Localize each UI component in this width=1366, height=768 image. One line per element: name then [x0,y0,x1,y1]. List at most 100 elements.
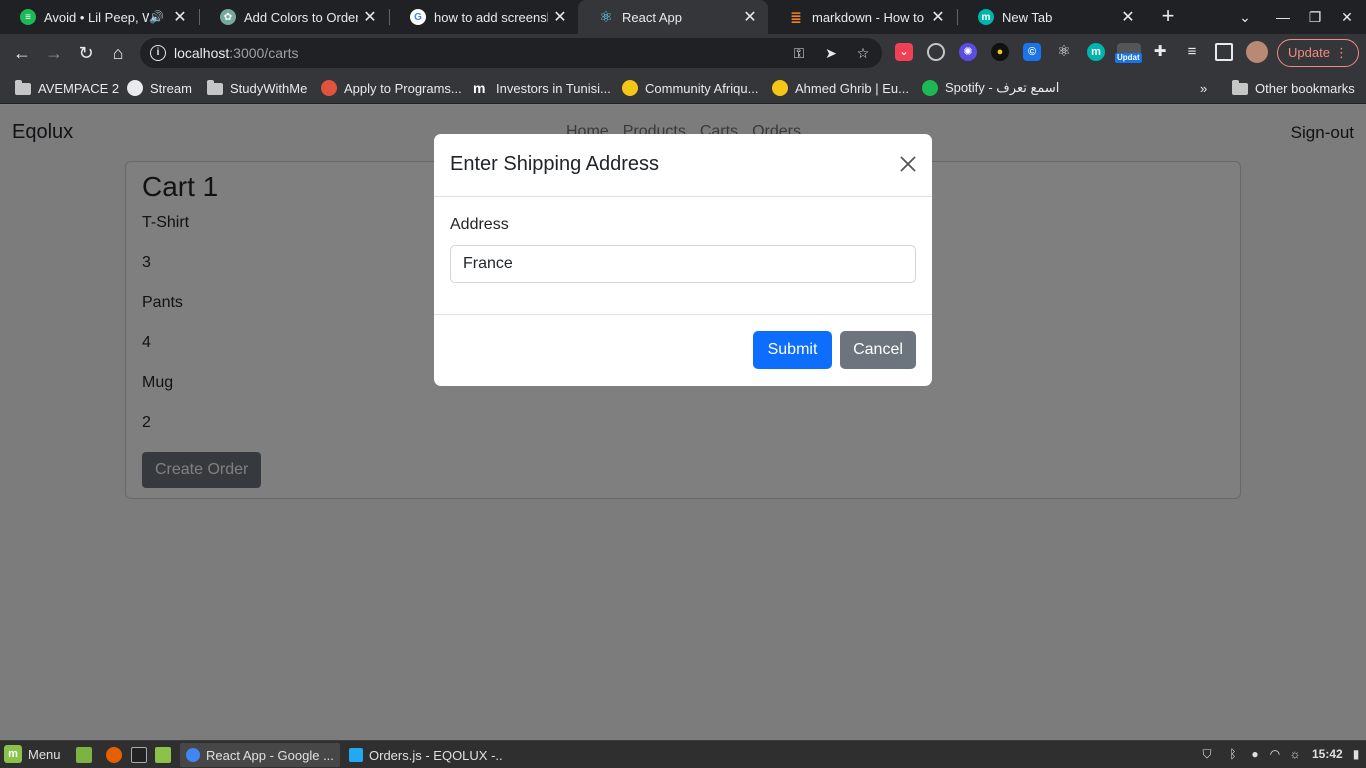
page-content: Eqolux HomeProductsCartsOrders Sign-out … [0,105,1366,740]
address-label: Address [450,216,509,233]
restore-button[interactable]: ❐ [1303,5,1327,29]
tab-title: React App [622,9,682,25]
firefox-icon[interactable] [106,747,122,763]
tab-title: New Tab [1002,9,1053,25]
site-icon [622,80,638,96]
spotify-icon: ≡ [20,9,36,25]
target-extension-icon[interactable] [927,43,945,61]
folder-icon [1232,80,1248,95]
reload-icon[interactable]: ↻ [74,41,98,65]
modal-footer: Submit Cancel [434,315,932,385]
cancel-button[interactable]: Cancel [840,331,916,369]
close-tab-icon[interactable]: ✕ [548,7,572,27]
site-icon [321,80,337,96]
start-menu-button[interactable]: m Menu [4,745,61,763]
mint-logo-icon: m [4,745,22,763]
minimize-button[interactable]: — [1271,5,1295,29]
close-tab-icon[interactable]: ✕ [926,7,950,27]
puzzle-icon[interactable]: ✚ [1151,43,1169,61]
close-window-button[interactable]: ✕ [1335,5,1359,29]
submit-button[interactable]: Submit [753,331,832,369]
bookmark-investors[interactable]: m Investors in Tunisi... [473,78,611,98]
tab-title: how to add screensho [434,9,548,25]
taskbar-window-chrome[interactable]: React App - Google ... [180,743,340,767]
stackoverflow-icon: ≣ [790,8,802,25]
browser-toolbar: ← → ↻ ⌂ i localhost:3000/carts ⚿ ➤ ☆ ⌄ ✺… [0,34,1366,72]
close-tab-icon[interactable]: ✕ [358,7,382,27]
close-icon[interactable] [898,154,918,174]
gear-extension-icon[interactable]: ✺ [959,43,977,61]
react-icon: ⚛ [599,9,613,26]
tab-title: markdown - How to ad [812,9,926,25]
back-icon[interactable]: ← [10,41,34,65]
bookmark-studywithme[interactable]: StudyWithMe [207,78,307,98]
bookmark-spotify[interactable]: Spotify - اسمع تعرف [922,78,1059,98]
bookmark-ahmed-ghrib[interactable]: Ahmed Ghrib | Eu... [772,78,909,98]
modal-header: Enter Shipping Address [434,134,932,197]
key-icon[interactable]: ⚿ [790,44,808,62]
google-icon: G [410,9,426,25]
user-icon[interactable]: ● [1247,746,1263,762]
files-icon[interactable] [155,747,171,763]
home-icon[interactable]: ⌂ [106,41,130,65]
chatgpt-icon: ✿ [220,9,236,25]
media-control-icon[interactable]: ≡ [1183,43,1201,61]
m-icon: m [978,9,994,25]
side-panel-icon[interactable] [1215,43,1233,61]
forward-icon[interactable]: → [42,41,66,65]
address-bar[interactable]: i localhost:3000/carts ⚿ ➤ ☆ [140,38,882,68]
bookmark-apply-programs[interactable]: Apply to Programs... [321,78,462,98]
info-icon[interactable]: i [150,45,166,61]
bookmark-stream[interactable]: Stream [127,78,192,98]
m-logo-icon: m [473,80,486,96]
tab-markdown[interactable]: ≣ markdown - How to ad ✕ [768,0,956,34]
clock[interactable]: 15:42 [1312,747,1343,761]
taskbar: m Menu React App - Google ... Orders.js -… [0,740,1366,768]
more-icon: ⋮ [1335,45,1348,60]
tab-title: Avoid • Lil Peep, W [44,9,150,25]
new-tab-button[interactable]: + [1156,5,1180,29]
update-button[interactable]: Update ⋮ [1277,39,1359,67]
tab-add-colors[interactable]: ✿ Add Colors to Orders ✕ [200,0,388,34]
tab-new-tab[interactable]: m New Tab ✕ [958,0,1146,34]
notification-icon[interactable]: ▮ [1348,746,1364,762]
wifi-icon[interactable]: ◠ [1267,746,1283,762]
react-devtools-icon[interactable]: ⚛ [1055,43,1073,61]
send-icon[interactable]: ➤ [822,44,840,62]
shield-icon[interactable]: ⛉ [1199,746,1215,762]
tab-spotify[interactable]: ≡ Avoid • Lil Peep, W 🔊 ✕ [0,0,198,34]
bookmarks-bar: AVEMPACE 2 Stream StudyWithMe Apply to P… [0,72,1366,104]
moon-extension-icon[interactable]: ● [991,43,1009,61]
tab-search-icon[interactable]: ⌄ [1233,5,1257,29]
terminal-icon[interactable] [131,747,147,763]
bookmark-avempace[interactable]: AVEMPACE 2 [15,78,119,98]
spotify-icon [922,80,938,96]
copy-extension-icon[interactable]: © [1023,43,1041,61]
close-tab-icon[interactable]: ✕ [1116,7,1140,27]
modal-title: Enter Shipping Address [450,153,660,175]
close-tab-icon[interactable]: ✕ [738,7,762,27]
chrome-icon [186,748,200,762]
globe-icon [127,80,143,96]
tab-react-app[interactable]: ⚛ React App ✕ [578,0,768,34]
star-icon[interactable]: ☆ [854,44,872,62]
tab-strip: ≡ Avoid • Lil Peep, W 🔊 ✕ ✿ Add Colors t… [0,0,1366,34]
bluetooth-icon[interactable]: ᛒ [1225,746,1241,762]
other-bookmarks[interactable]: Other bookmarks [1232,78,1355,98]
more-bookmarks-icon[interactable]: » [1200,78,1207,98]
update-extension-icon[interactable]: Updat [1115,43,1142,63]
m-extension-icon[interactable]: m [1087,43,1105,61]
bookmark-community[interactable]: Community Afriqu... [622,78,758,98]
close-tab-icon[interactable]: ✕ [168,7,192,27]
tab-google[interactable]: G how to add screensho ✕ [390,0,578,34]
speaker-icon[interactable]: 🔊 [149,10,164,24]
address-input[interactable] [450,245,916,283]
avatar[interactable] [1246,41,1268,63]
brightness-icon[interactable]: ☼ [1287,746,1303,762]
taskbar-window-vscode[interactable]: Orders.js - EQOLUX -... [343,743,503,767]
pocket-icon[interactable]: ⌄ [895,43,913,61]
show-desktop-icon[interactable] [76,747,92,763]
tab-title: Add Colors to Orders [244,9,358,25]
site-icon [772,80,788,96]
url-text[interactable]: localhost:3000/carts [174,45,299,61]
